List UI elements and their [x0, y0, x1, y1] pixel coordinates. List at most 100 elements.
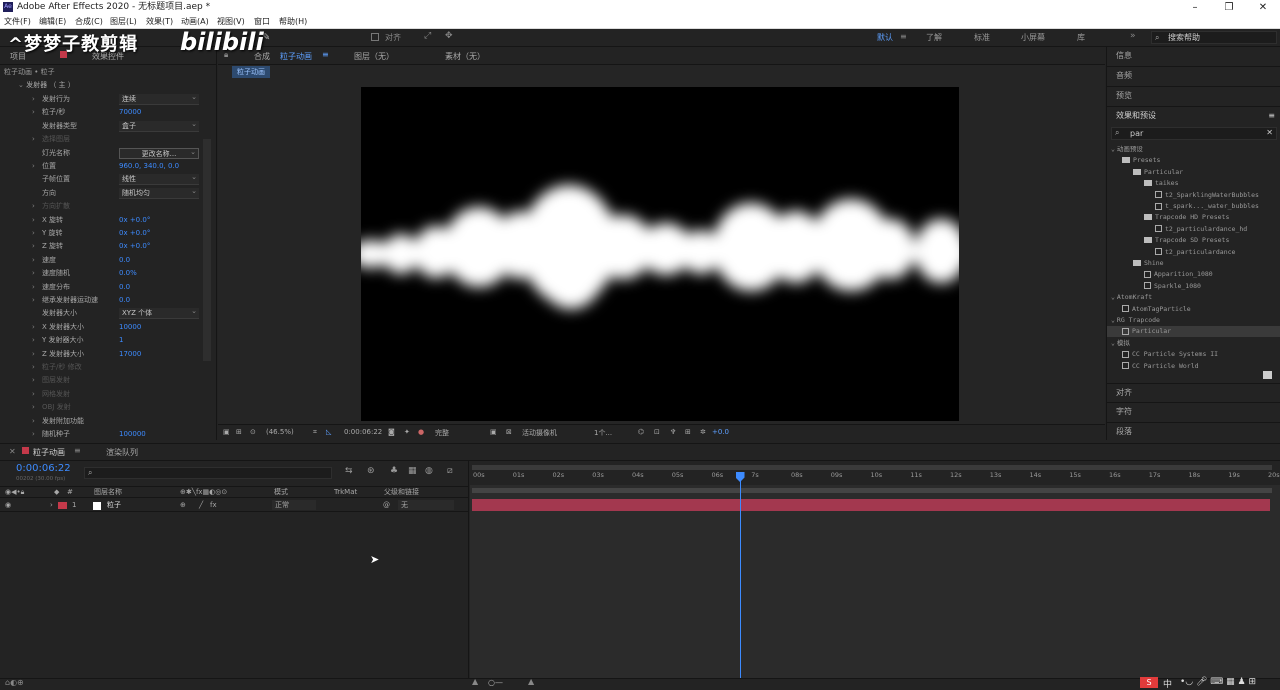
- workspace-more-icon[interactable]: »: [1130, 31, 1136, 41]
- param-row[interactable]: › 速度分布 0.0: [0, 281, 205, 294]
- param-row[interactable]: › Z 旋转 0x +0.0°: [0, 240, 205, 253]
- expand-param-icon[interactable]: ›: [32, 334, 35, 347]
- snapshot-icon[interactable]: ⌗: [313, 428, 317, 437]
- change-name-button[interactable]: 更改名称...: [119, 147, 199, 159]
- param-row[interactable]: › 发射附加功能: [0, 415, 205, 428]
- scrollbar[interactable]: [203, 139, 211, 361]
- expand-param-icon[interactable]: ›: [32, 374, 35, 387]
- new-preset-icon[interactable]: [1263, 371, 1272, 379]
- preset-item[interactable]: Sparkle_1080: [1107, 281, 1280, 292]
- param-row[interactable]: › Z 发射器大小 17000: [0, 348, 205, 361]
- timeline-icon[interactable]: ⊡: [654, 428, 660, 436]
- param-row[interactable]: › 粒子/秒 70000: [0, 106, 205, 119]
- camera-icon[interactable]: ◙: [388, 428, 395, 436]
- mask-icon[interactable]: ⊙: [250, 428, 256, 436]
- expand-param-icon[interactable]: ›: [32, 227, 35, 240]
- folder-item[interactable]: Trapcode SD Presets: [1107, 235, 1280, 246]
- menu-composition[interactable]: 合成(C): [75, 17, 103, 27]
- layer-name[interactable]: 粒子: [107, 499, 121, 512]
- param-row[interactable]: › 图层发射: [0, 374, 205, 387]
- shape-tool-icon[interactable]: ✥: [445, 31, 453, 41]
- panel-audio[interactable]: 音频: [1107, 67, 1280, 87]
- param-value[interactable]: 100000: [119, 428, 146, 441]
- workspace-standard[interactable]: 标准: [974, 32, 990, 43]
- workspace-default[interactable]: 默认: [877, 32, 893, 43]
- preset-item[interactable]: Apparition_1080: [1107, 269, 1280, 280]
- panel-paragraph[interactable]: 段落: [1107, 423, 1280, 443]
- folder-item[interactable]: ⌄ 模拟: [1107, 338, 1280, 349]
- preset-item[interactable]: CC Particle World: [1107, 361, 1280, 372]
- param-row[interactable]: › 方向扩散: [0, 200, 205, 213]
- param-row[interactable]: › Y 发射器大小 1: [0, 334, 205, 347]
- close-icon[interactable]: ✕: [1246, 0, 1280, 15]
- workspace-library[interactable]: 库: [1077, 32, 1085, 43]
- transparency-grid-icon[interactable]: ⊠: [506, 428, 512, 436]
- workspace-small-screen[interactable]: 小屏幕: [1021, 32, 1045, 43]
- preset-item[interactable]: t2_SparklingWaterBubbles: [1107, 190, 1280, 201]
- expand-layer-icon[interactable]: ›: [50, 499, 53, 512]
- zoom-slider[interactable]: ○—: [488, 678, 503, 687]
- param-row[interactable]: › X 旋转 0x +0.0°: [0, 214, 205, 227]
- flowchart2-icon[interactable]: ⊞: [685, 428, 691, 436]
- param-value[interactable]: 0.0: [119, 254, 130, 267]
- param-row[interactable]: › 随机种子 100000: [0, 428, 205, 441]
- timeline-search[interactable]: ⌕: [84, 467, 332, 479]
- minimize-icon[interactable]: –: [1178, 0, 1212, 15]
- timeline-tracks[interactable]: [470, 461, 1280, 678]
- menu-effect[interactable]: 效果(T): [146, 17, 173, 27]
- tab-menu-icon[interactable]: ≡: [74, 446, 81, 455]
- expand-param-icon[interactable]: ›: [32, 388, 35, 401]
- graph-editor-icon[interactable]: ⧄: [447, 466, 453, 476]
- expand-param-icon[interactable]: ›: [32, 428, 35, 441]
- param-row[interactable]: › Y 旋转 0x +0.0°: [0, 227, 205, 240]
- always-preview-icon[interactable]: ▣: [223, 428, 230, 436]
- preset-item[interactable]: CC Particle Systems II: [1107, 349, 1280, 360]
- param-value[interactable]: 70000: [119, 106, 141, 119]
- column-parent[interactable]: 父级和链接: [384, 487, 419, 498]
- expand-param-icon[interactable]: ›: [32, 254, 35, 267]
- param-row[interactable]: › 速度 0.0: [0, 254, 205, 267]
- workspace-learn[interactable]: 了解: [926, 32, 942, 43]
- shy-layers-icon[interactable]: ♣: [390, 466, 398, 476]
- preset-item[interactable]: AtomTagParticle: [1107, 304, 1280, 315]
- menu-window[interactable]: 窗口: [254, 17, 270, 27]
- param-row[interactable]: › 位置 960.0, 340.0, 0.0: [0, 160, 205, 173]
- resolution-dropdown[interactable]: 完整: [435, 428, 449, 438]
- current-time-indicator[interactable]: [739, 472, 741, 678]
- folder-item[interactable]: Shine: [1107, 258, 1280, 269]
- ime-logo-icon[interactable]: S: [1140, 677, 1158, 688]
- param-row[interactable]: › 速度随机 0.0%: [0, 267, 205, 280]
- roi-icon[interactable]: ▣: [490, 428, 497, 436]
- menu-edit[interactable]: 编辑(E): [39, 17, 66, 27]
- snap-checkbox[interactable]: [371, 33, 379, 41]
- folder-item[interactable]: Trapcode HD Presets: [1107, 212, 1280, 223]
- parent-dropdown[interactable]: 无: [398, 500, 454, 510]
- frame-blending-icon[interactable]: ▦: [408, 466, 417, 476]
- param-value[interactable]: 960.0, 340.0, 0.0: [119, 160, 179, 173]
- tab-layer[interactable]: 图层（无）: [354, 51, 394, 62]
- param-row[interactable]: 方向 随机均匀: [0, 186, 205, 200]
- param-row[interactable]: › 选择图层: [0, 133, 205, 146]
- expand-param-icon[interactable]: ›: [32, 267, 35, 280]
- expand-param-icon[interactable]: ›: [32, 160, 35, 173]
- param-value[interactable]: 0x +0.0°: [119, 214, 150, 227]
- param-dropdown[interactable]: 连续: [119, 92, 199, 105]
- param-row[interactable]: › OBJ 发射: [0, 401, 205, 414]
- emitter-section[interactable]: ⌄ 发射器 （ 主 ）: [18, 80, 75, 90]
- layer-mode-dropdown[interactable]: 正常: [272, 500, 316, 510]
- panel-effects-presets[interactable]: 效果和预设 ≡: [1107, 107, 1280, 127]
- folder-item[interactable]: Presets: [1107, 155, 1280, 166]
- column-trkmat[interactable]: TrkMat: [334, 487, 357, 498]
- zoom-in-icon[interactable]: ▲: [528, 677, 534, 686]
- expand-param-icon[interactable]: ›: [32, 361, 35, 374]
- clear-search-icon[interactable]: ✕: [1266, 128, 1273, 137]
- region-icon[interactable]: ◺: [326, 428, 331, 436]
- param-dropdown[interactable]: XYZ 个体: [119, 306, 199, 320]
- menu-layer[interactable]: 图层(L): [110, 17, 137, 27]
- preset-item[interactable]: Particular: [1107, 326, 1280, 338]
- expand-param-icon[interactable]: ›: [32, 281, 35, 294]
- menu-help[interactable]: 帮助(H): [279, 17, 307, 27]
- param-row[interactable]: 发射器大小 XYZ 个体: [0, 306, 205, 320]
- comp-menu-icon[interactable]: ≡: [322, 50, 329, 59]
- zoom-dropdown[interactable]: (46.5%): [266, 428, 294, 436]
